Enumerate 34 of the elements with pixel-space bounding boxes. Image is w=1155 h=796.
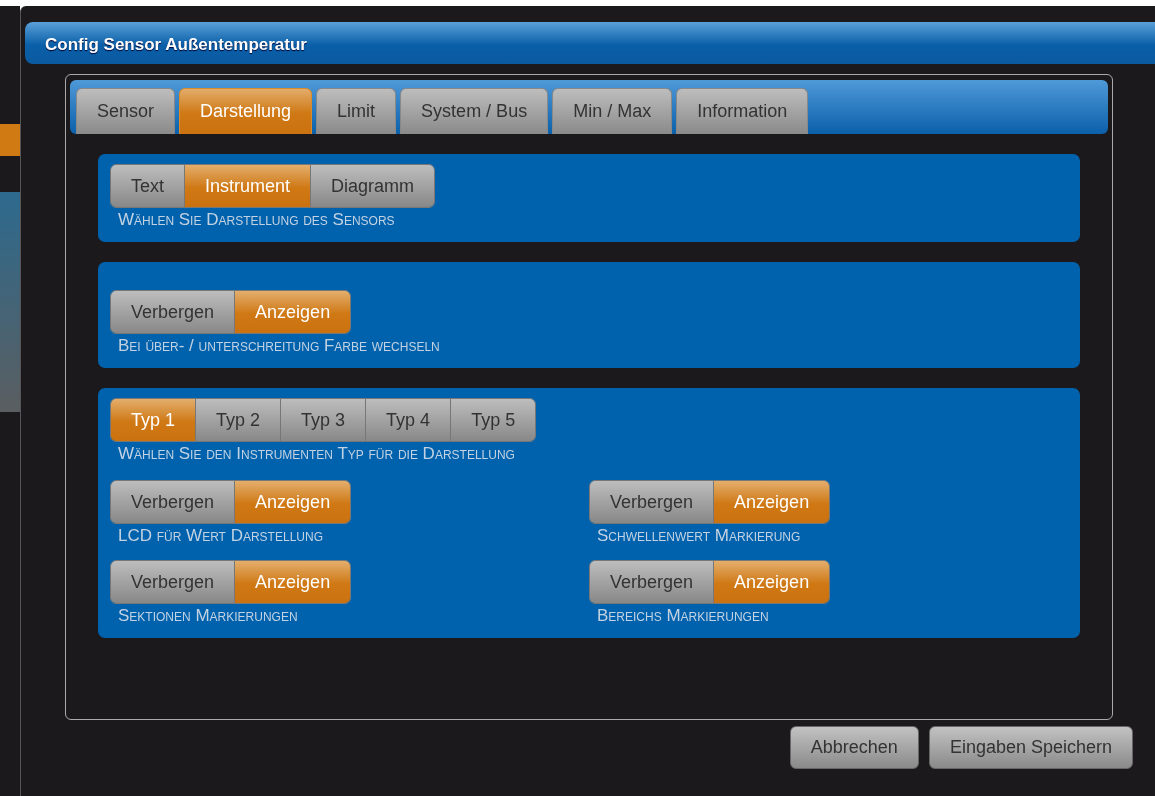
option-button[interactable]: Anzeigen — [235, 481, 351, 523]
option-button[interactable]: Anzeigen — [235, 561, 351, 603]
option-caption: Schwellenwert Markierung — [597, 526, 802, 546]
option-caption: Bei über- / unterschreitung Farbe wechseln — [118, 336, 441, 356]
tab[interactable]: Min / Max — [552, 88, 673, 134]
option-button[interactable]: Typ 3 — [281, 399, 367, 441]
tab[interactable]: System / Bus — [400, 88, 549, 134]
option-button[interactable]: Anzeigen — [714, 561, 830, 603]
option-button[interactable]: Anzeigen — [235, 291, 351, 333]
option-button[interactable]: Typ 4 — [366, 399, 452, 441]
tab[interactable]: Darstellung — [179, 88, 313, 134]
option-caption: Sektionen Markierungen — [118, 606, 299, 626]
option-caption: Wählen Sie den Instrumenten Typ für die Darstellung — [118, 444, 516, 464]
tab[interactable]: Information — [676, 88, 809, 134]
option-caption: Bereichs Markierungen — [597, 606, 770, 626]
dialog-button[interactable]: Eingaben Speichern — [928, 726, 1133, 769]
option-caption: Wählen Sie Darstellung des Sensors — [118, 210, 396, 230]
option-button[interactable]: Anzeigen — [714, 481, 830, 523]
dialog-title: Config Sensor Außentemperatur — [25, 22, 1155, 64]
tab[interactable]: Sensor — [76, 88, 176, 134]
option-button[interactable]: Instrument — [185, 165, 312, 207]
dialog-button[interactable]: Abbrechen — [789, 726, 919, 769]
option-button[interactable]: Typ 2 — [196, 399, 282, 441]
option-button[interactable]: Verbergen — [111, 561, 236, 603]
option-button[interactable]: Verbergen — [111, 481, 236, 523]
option-button[interactable]: Typ 5 — [451, 399, 536, 441]
option-caption: LCD für Wert Darstellung — [118, 526, 324, 546]
option-button[interactable]: Diagramm — [311, 165, 435, 207]
option-button[interactable]: Verbergen — [111, 291, 236, 333]
tab[interactable]: Limit — [316, 88, 397, 134]
option-button[interactable]: Verbergen — [590, 481, 715, 523]
option-button[interactable]: Verbergen — [590, 561, 715, 603]
option-button[interactable]: Typ 1 — [111, 399, 197, 441]
option-button[interactable]: Text — [111, 165, 185, 207]
